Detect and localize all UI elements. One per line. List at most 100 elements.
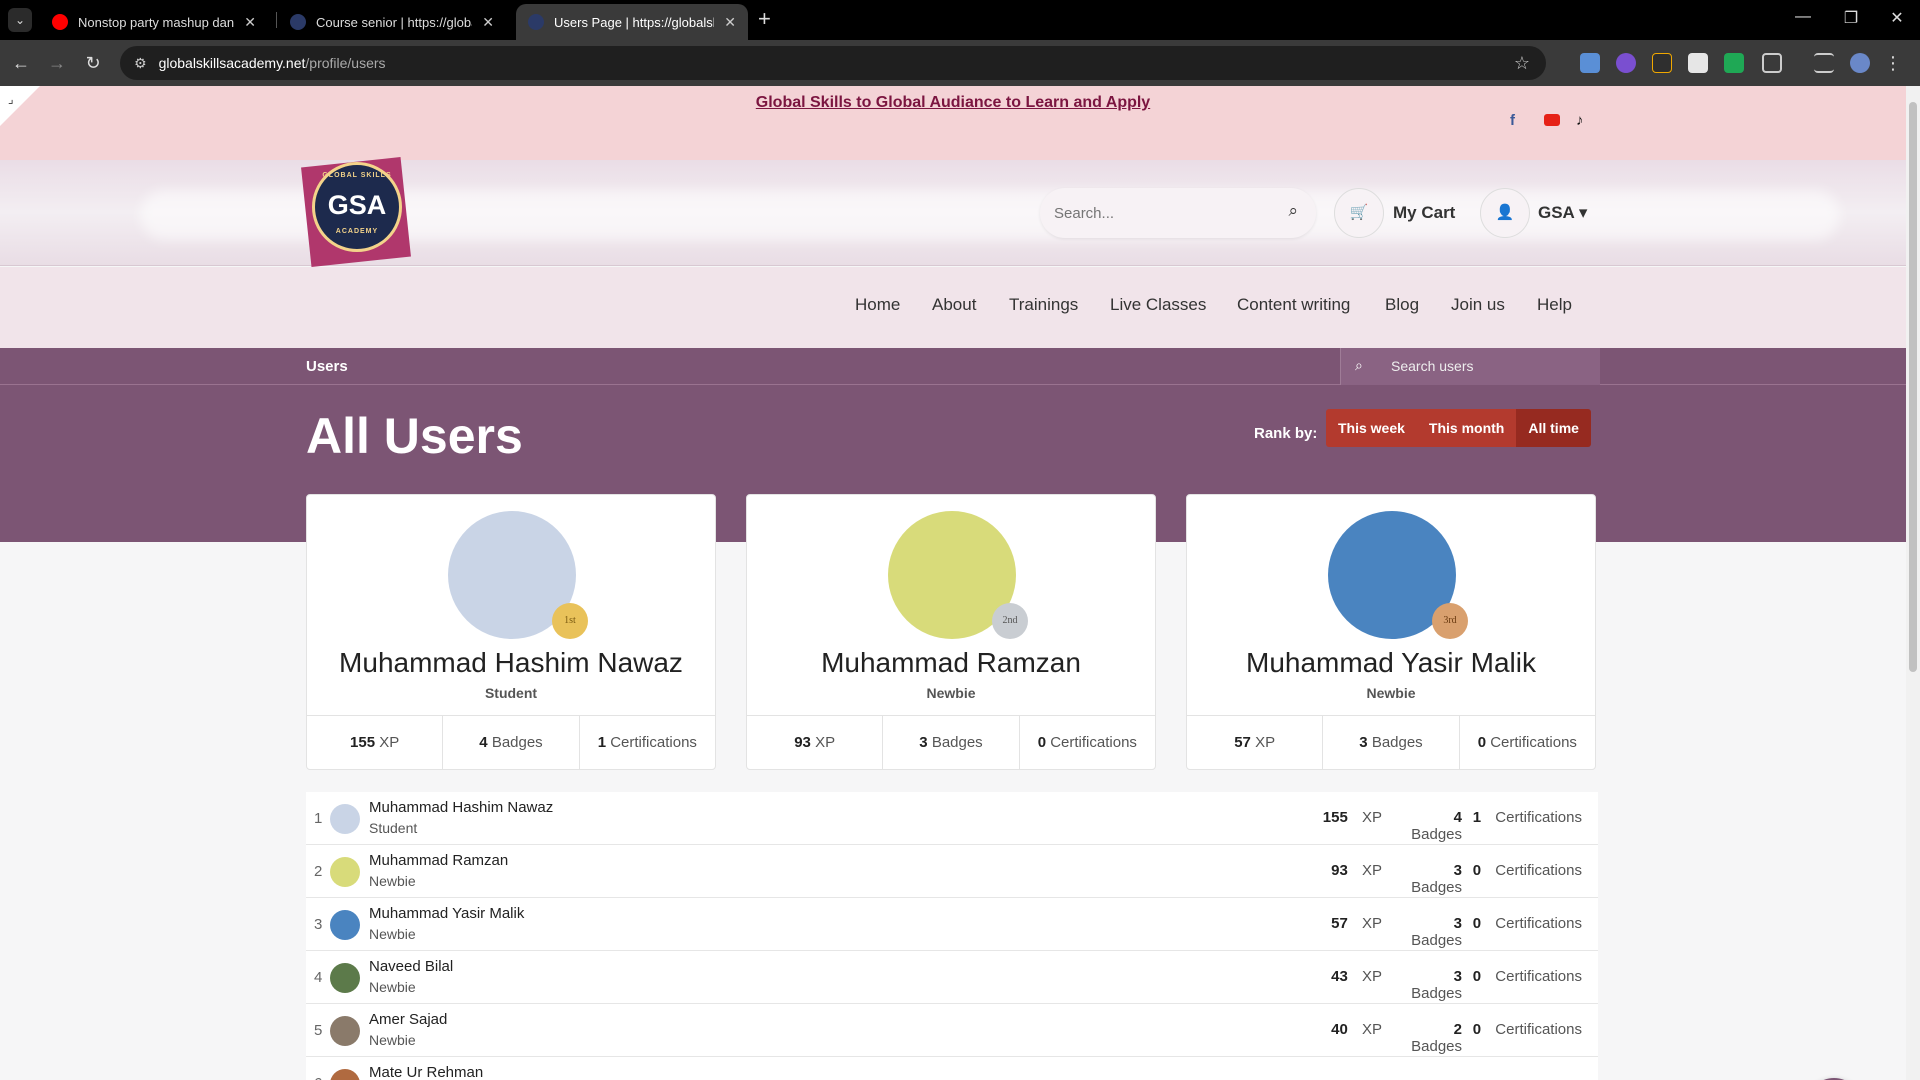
tiktok-icon[interactable]: ♪	[1576, 112, 1584, 129]
logo-ring-text: ACADEMY	[335, 228, 379, 235]
xp-value: 155	[1322, 809, 1348, 826]
list-item[interactable]: 1 Muhammad Hashim Nawaz Student 155 XP 4…	[306, 792, 1598, 845]
xp-value: 155	[350, 734, 376, 751]
extension-icon[interactable]	[1724, 53, 1744, 73]
page-title: All Users	[306, 408, 523, 464]
nav-trainings[interactable]: Trainings	[1009, 295, 1078, 315]
address-bar[interactable]: ⚙ globalskillsacademy.net/profile/users …	[120, 46, 1546, 80]
user-role: Newbie	[926, 685, 976, 701]
youtube-icon[interactable]	[1544, 114, 1560, 126]
gsa-logo[interactable]: GLOBAL SKILLS GSA ACADEMY	[301, 157, 411, 267]
rank-all-time-button[interactable]: All time	[1516, 409, 1591, 447]
user-search-input[interactable]	[1391, 356, 1591, 376]
nav-content-writing[interactable]: Content writing	[1237, 295, 1350, 315]
account-menu[interactable]: GSA ▾	[1538, 203, 1587, 223]
profile-avatar-icon[interactable]	[1850, 53, 1870, 73]
restore-button[interactable]: ❐	[1836, 8, 1866, 28]
cart-icon[interactable]: 🛒	[1334, 188, 1384, 238]
avatar	[330, 1069, 360, 1080]
site-search-input[interactable]	[1054, 202, 1264, 224]
search-icon[interactable]: ⌕	[1288, 201, 1298, 221]
main-nav: Home About Trainings Live Classes Conten…	[0, 267, 1906, 348]
user-name[interactable]: Muhammad Ramzan	[747, 647, 1155, 679]
user-stats: 57 XP 3 Badges 0 Certifications	[1187, 715, 1595, 769]
extension-icon[interactable]	[1580, 53, 1600, 73]
user-role: Newbie	[369, 926, 416, 942]
list-item[interactable]: 3 Muhammad Yasir Malik Newbie 57 XP 3 Ba…	[306, 898, 1598, 951]
minimize-button[interactable]: —	[1788, 8, 1818, 26]
xp-value: 43	[1331, 968, 1348, 985]
top-user-card[interactable]: 3rd Muhammad Yasir Malik Newbie 57 XP 3 …	[1186, 494, 1596, 770]
user-name[interactable]: Muhammad Hashim Nawaz	[369, 799, 553, 816]
tab-title: Nonstop party mashup dance [	[78, 14, 235, 30]
list-item[interactable]: 4 Naveed Bilal Newbie 43 XP 3 Badges 0 C…	[306, 951, 1598, 1004]
bookmark-star-icon[interactable]: ☆	[1514, 53, 1530, 74]
xp-unit: XP	[1255, 734, 1276, 751]
list-item[interactable]: 2 Muhammad Ramzan Newbie 93 XP 3 Badges …	[306, 845, 1598, 898]
user-name[interactable]: Naveed Bilal	[369, 958, 453, 975]
xp-unit: XP	[1361, 1021, 1382, 1038]
certifications-stat: 0 Certifications	[1472, 862, 1582, 896]
top-user-card[interactable]: 2nd Muhammad Ramzan Newbie 93 XP 3 Badge…	[746, 494, 1156, 770]
my-cart-link[interactable]: My Cart	[1393, 203, 1455, 223]
certs-value: 0	[1472, 1021, 1482, 1038]
new-tab-button[interactable]: +	[758, 6, 771, 32]
close-window-button[interactable]: ✕	[1882, 8, 1912, 28]
promo-link[interactable]: Global Skills to Global Audiance to Lear…	[0, 94, 1906, 112]
badges-unit: Badges	[491, 734, 543, 751]
user-name[interactable]: Muhammad Ramzan	[369, 852, 508, 869]
forward-icon[interactable]: →	[44, 50, 70, 76]
rank-this-month-button[interactable]: This month	[1416, 409, 1517, 447]
tab-close-icon[interactable]: ✕	[724, 14, 736, 31]
user-name[interactable]: Muhammad Hashim Nawaz	[307, 647, 715, 679]
tab-close-icon[interactable]: ✕	[482, 14, 494, 31]
extensions-puzzle-icon[interactable]	[1762, 53, 1782, 73]
user-icon[interactable]: 👤	[1480, 188, 1530, 238]
nav-join-us[interactable]: Join us	[1451, 295, 1505, 315]
user-name[interactable]: Muhammad Yasir Malik	[369, 905, 524, 922]
user-name[interactable]: Mate Ur Rehman	[369, 1064, 483, 1080]
logo-text: GSA	[327, 190, 387, 220]
xp-value: 93	[1331, 862, 1348, 879]
tab-search-icon[interactable]: ⌄	[8, 8, 32, 32]
extension-icon[interactable]	[1616, 53, 1636, 73]
extension-icon[interactable]	[1652, 53, 1672, 73]
list-item[interactable]: 5 Amer Sajad Newbie 40 XP 2 Badges 0 Cer…	[306, 1004, 1598, 1057]
user-role: Newbie	[369, 1032, 416, 1048]
user-stats: 43 XP 3 Badges 0 Certifications	[1312, 968, 1582, 1002]
certs-value: 0	[1472, 915, 1482, 932]
nav-help[interactable]: Help	[1537, 295, 1572, 315]
avatar	[330, 1016, 360, 1046]
badges-value: 3	[919, 734, 928, 751]
rank-number: 2	[314, 863, 323, 880]
certifications-stat: 0 Certifications	[1472, 915, 1582, 949]
browser-tab[interactable]: Course senior | https://globalsk ✕	[278, 4, 506, 40]
top-user-card[interactable]: 1st Muhammad Hashim Nawaz Student 155 XP…	[306, 494, 716, 770]
tab-close-icon[interactable]: ✕	[244, 14, 256, 31]
browser-tab-active[interactable]: Users Page | https://globalskills ✕	[516, 4, 748, 40]
user-stats: 155 XP 4 Badges 1 Certifications	[1312, 809, 1582, 843]
list-item[interactable]: 6 Mate Ur Rehman	[306, 1057, 1598, 1080]
scrollbar-thumb[interactable]	[1909, 102, 1917, 672]
nav-about[interactable]: About	[932, 295, 976, 315]
browser-tab[interactable]: Nonstop party mashup dance [ ✕	[40, 4, 268, 40]
site-info-icon[interactable]: ⚙	[134, 55, 147, 72]
page-scrollbar[interactable]	[1906, 86, 1920, 1080]
nav-blog[interactable]: Blog	[1385, 295, 1419, 315]
media-control-icon[interactable]	[1814, 53, 1834, 73]
rank-this-week-button[interactable]: This week	[1326, 409, 1417, 447]
nav-live-classes[interactable]: Live Classes	[1110, 295, 1206, 315]
certifications-stat: 0 Certifications	[1460, 716, 1595, 769]
extension-icon[interactable]	[1688, 53, 1708, 73]
back-icon[interactable]: ←	[8, 50, 34, 76]
badges-unit: Badges	[1411, 826, 1462, 843]
nav-home[interactable]: Home	[855, 295, 900, 315]
site-favicon-icon	[290, 14, 306, 30]
browser-menu-icon[interactable]: ⋮	[1880, 50, 1906, 76]
user-name[interactable]: Amer Sajad	[369, 1011, 447, 1028]
web-page: ⌟ Global Skills to Global Audiance to Le…	[0, 86, 1906, 1080]
user-stats: 57 XP 3 Badges 0 Certifications	[1312, 915, 1582, 949]
facebook-icon[interactable]: f	[1510, 112, 1515, 129]
user-name[interactable]: Muhammad Yasir Malik	[1187, 647, 1595, 679]
reload-icon[interactable]: ↻	[80, 50, 106, 76]
